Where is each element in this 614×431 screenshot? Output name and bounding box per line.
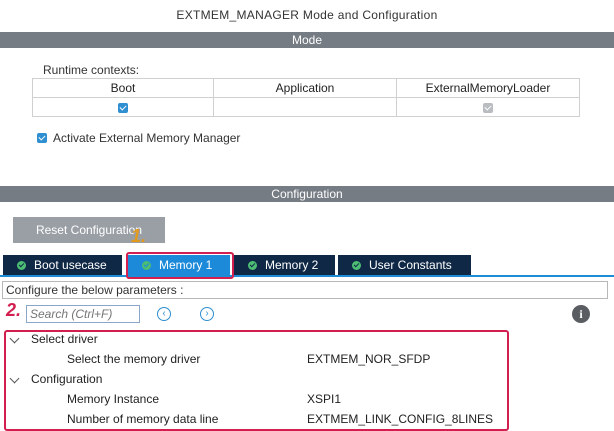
tab-label: User Constants (369, 258, 452, 272)
activate-label: Activate External Memory Manager (53, 131, 241, 145)
window-title: EXTMEM_MANAGER Mode and Configuration (176, 8, 438, 22)
memory-1-tab-highlight (126, 252, 234, 279)
param-value[interactable]: EXTMEM_LINK_CONFIG_8LINES (307, 412, 493, 426)
param-name: Memory Instance (67, 392, 160, 406)
boot-cell (32, 97, 214, 117)
param-value[interactable]: EXTMEM_NOR_SFDP (307, 352, 430, 366)
runtime-contexts-label: Runtime contexts: (43, 63, 140, 77)
tab-memory-2[interactable]: Memory 2 (234, 255, 335, 275)
config-tab-bar: Boot usecase Memory 1 Memory 2 User Cons… (0, 255, 614, 277)
param-value[interactable]: XSPI1 (307, 392, 341, 406)
application-cell (213, 97, 397, 117)
tab-label: Memory 2 (265, 258, 319, 272)
boot-checkbox[interactable] (118, 102, 128, 113)
loader-cell (396, 97, 580, 117)
search-previous-icon[interactable]: ‹ (157, 307, 171, 321)
section-configuration[interactable]: Configuration (31, 372, 102, 386)
info-icon[interactable]: i (572, 305, 590, 323)
mode-section-bar: Mode (0, 32, 614, 48)
activate-checkbox[interactable] (37, 133, 47, 143)
search-input[interactable] (26, 305, 140, 323)
runtime-contexts-table: Boot Application ExternalMemoryLoader (32, 78, 580, 117)
check-circle-icon (17, 260, 26, 270)
check-circle-icon (248, 260, 257, 270)
annotation-step-1: 1. (131, 226, 147, 246)
column-header-boot: Boot (32, 78, 214, 98)
column-header-external-memory-loader: ExternalMemoryLoader (396, 78, 580, 98)
section-select-driver[interactable]: Select driver (31, 332, 98, 346)
param-name: Select the memory driver (67, 352, 201, 366)
column-header-application: Application (213, 78, 397, 98)
search-next-icon[interactable]: › (200, 307, 214, 321)
check-circle-icon (352, 260, 361, 270)
tab-user-constants[interactable]: User Constants (338, 255, 471, 275)
tab-boot-usecase[interactable]: Boot usecase (3, 255, 122, 275)
parameters-hint: Configure the below parameters : (2, 281, 608, 299)
loader-checkbox[interactable] (483, 102, 493, 113)
activate-ext-mem-row[interactable]: Activate External Memory Manager (37, 131, 240, 145)
annotation-step-2: 2. (6, 300, 22, 320)
tab-label: Boot usecase (34, 258, 107, 272)
configuration-section-bar: Configuration (0, 186, 614, 202)
param-name: Number of memory data line (67, 412, 219, 426)
